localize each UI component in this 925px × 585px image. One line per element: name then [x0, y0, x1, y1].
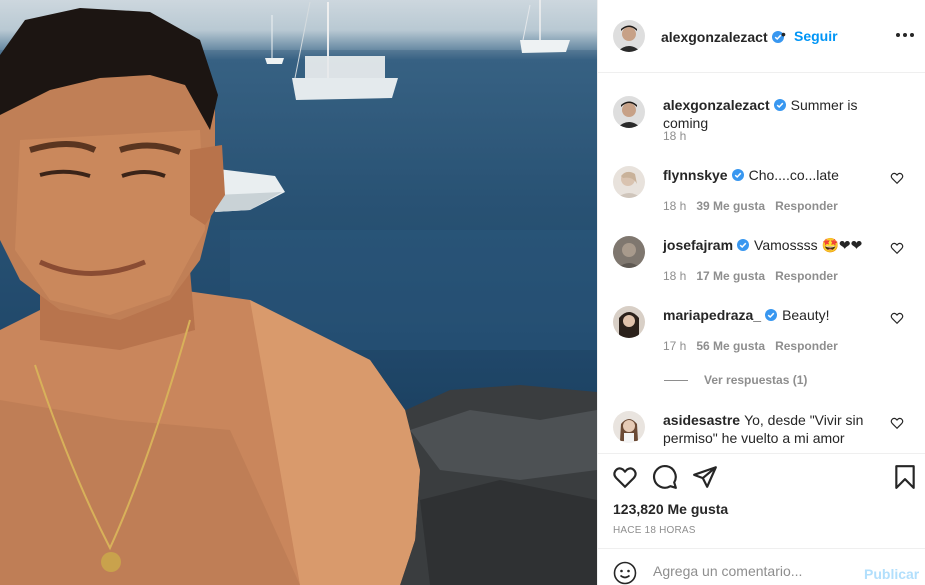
- author-username[interactable]: alexgonzalezact: [661, 29, 784, 45]
- commenter-avatar[interactable]: [613, 236, 645, 268]
- reply-button[interactable]: Responder: [775, 269, 838, 283]
- comment-likes[interactable]: 39 Me gusta: [696, 199, 765, 213]
- verified-icon: [765, 309, 778, 321]
- commenter-avatar[interactable]: [613, 411, 645, 443]
- comment-time: 18 h: [663, 199, 687, 213]
- heart-icon[interactable]: [890, 171, 904, 185]
- view-replies-label[interactable]: Ver respuestas (1): [704, 373, 807, 387]
- comment-input[interactable]: [653, 563, 853, 579]
- heart-icon[interactable]: [890, 416, 904, 430]
- comment-time: 18 h: [663, 269, 687, 283]
- verified-icon: [737, 239, 750, 251]
- author-username-text[interactable]: alexgonzalezact: [661, 29, 768, 45]
- commenter-username[interactable]: asidesastre: [663, 412, 740, 428]
- add-comment-bar: Publicar: [598, 548, 925, 585]
- comment-icon[interactable]: [652, 464, 678, 490]
- comment-likes[interactable]: 17 Me gusta: [696, 269, 765, 283]
- bookmark-icon[interactable]: [892, 464, 918, 490]
- publish-comment-button[interactable]: Publicar: [864, 566, 919, 582]
- post-side-panel: alexgonzalezact • Seguir alexgonzalezact…: [597, 0, 925, 585]
- heart-icon[interactable]: [890, 311, 904, 325]
- caption-time: 18 h: [663, 129, 687, 143]
- verified-icon: [773, 99, 786, 111]
- comments-list[interactable]: alexgonzalezact Summer is coming 18 h fly…: [598, 73, 925, 453]
- caption-text: alexgonzalezact Summer is coming: [663, 96, 891, 132]
- separator-dot: •: [781, 26, 786, 42]
- share-icon[interactable]: [692, 464, 718, 490]
- comment-meta: 18 h 17 Me gusta Responder: [663, 269, 838, 283]
- heart-icon[interactable]: [890, 241, 904, 255]
- commenter-username[interactable]: josefajram: [663, 237, 733, 253]
- verified-icon: [731, 169, 744, 181]
- commenter-username[interactable]: mariapedraza_: [663, 307, 761, 323]
- follow-button[interactable]: Seguir: [794, 28, 838, 44]
- post-photo[interactable]: [0, 0, 597, 585]
- reply-button[interactable]: Responder: [775, 339, 838, 353]
- sailboat: [520, 0, 570, 53]
- comment-text: Beauty!: [782, 307, 830, 323]
- likes-count[interactable]: 123,820 Me gusta: [613, 501, 728, 517]
- post-timestamp[interactable]: HACE 18 HORAS: [613, 525, 696, 536]
- more-options-icon[interactable]: [896, 23, 916, 43]
- comment-text: Vamossss 🤩❤❤: [754, 237, 863, 253]
- author-avatar[interactable]: [613, 96, 645, 128]
- emoji-icon[interactable]: [613, 561, 637, 585]
- reply-button[interactable]: Responder: [775, 199, 838, 213]
- comment-likes[interactable]: 56 Me gusta: [696, 339, 765, 353]
- comment-text: Cho....co...late: [748, 167, 839, 183]
- photo-illustration: [0, 0, 597, 585]
- post-header: alexgonzalezact • Seguir: [598, 0, 925, 73]
- heart-icon[interactable]: [612, 464, 638, 490]
- replies-divider: [664, 380, 688, 382]
- post-actions: 123,820 Me gusta HACE 18 HORAS: [598, 453, 925, 548]
- caption-username[interactable]: alexgonzalezact: [663, 97, 770, 113]
- commenter-username[interactable]: flynnskye: [663, 167, 728, 183]
- commenter-avatar[interactable]: [613, 166, 645, 198]
- comment-meta: 17 h 56 Me gusta Responder: [663, 339, 838, 353]
- commenter-avatar[interactable]: [613, 306, 645, 338]
- comment-meta: 18 h 39 Me gusta Responder: [663, 199, 838, 213]
- comment-time: 17 h: [663, 339, 687, 353]
- author-avatar[interactable]: [613, 20, 645, 52]
- view-replies-button[interactable]: Ver respuestas (1): [664, 373, 807, 387]
